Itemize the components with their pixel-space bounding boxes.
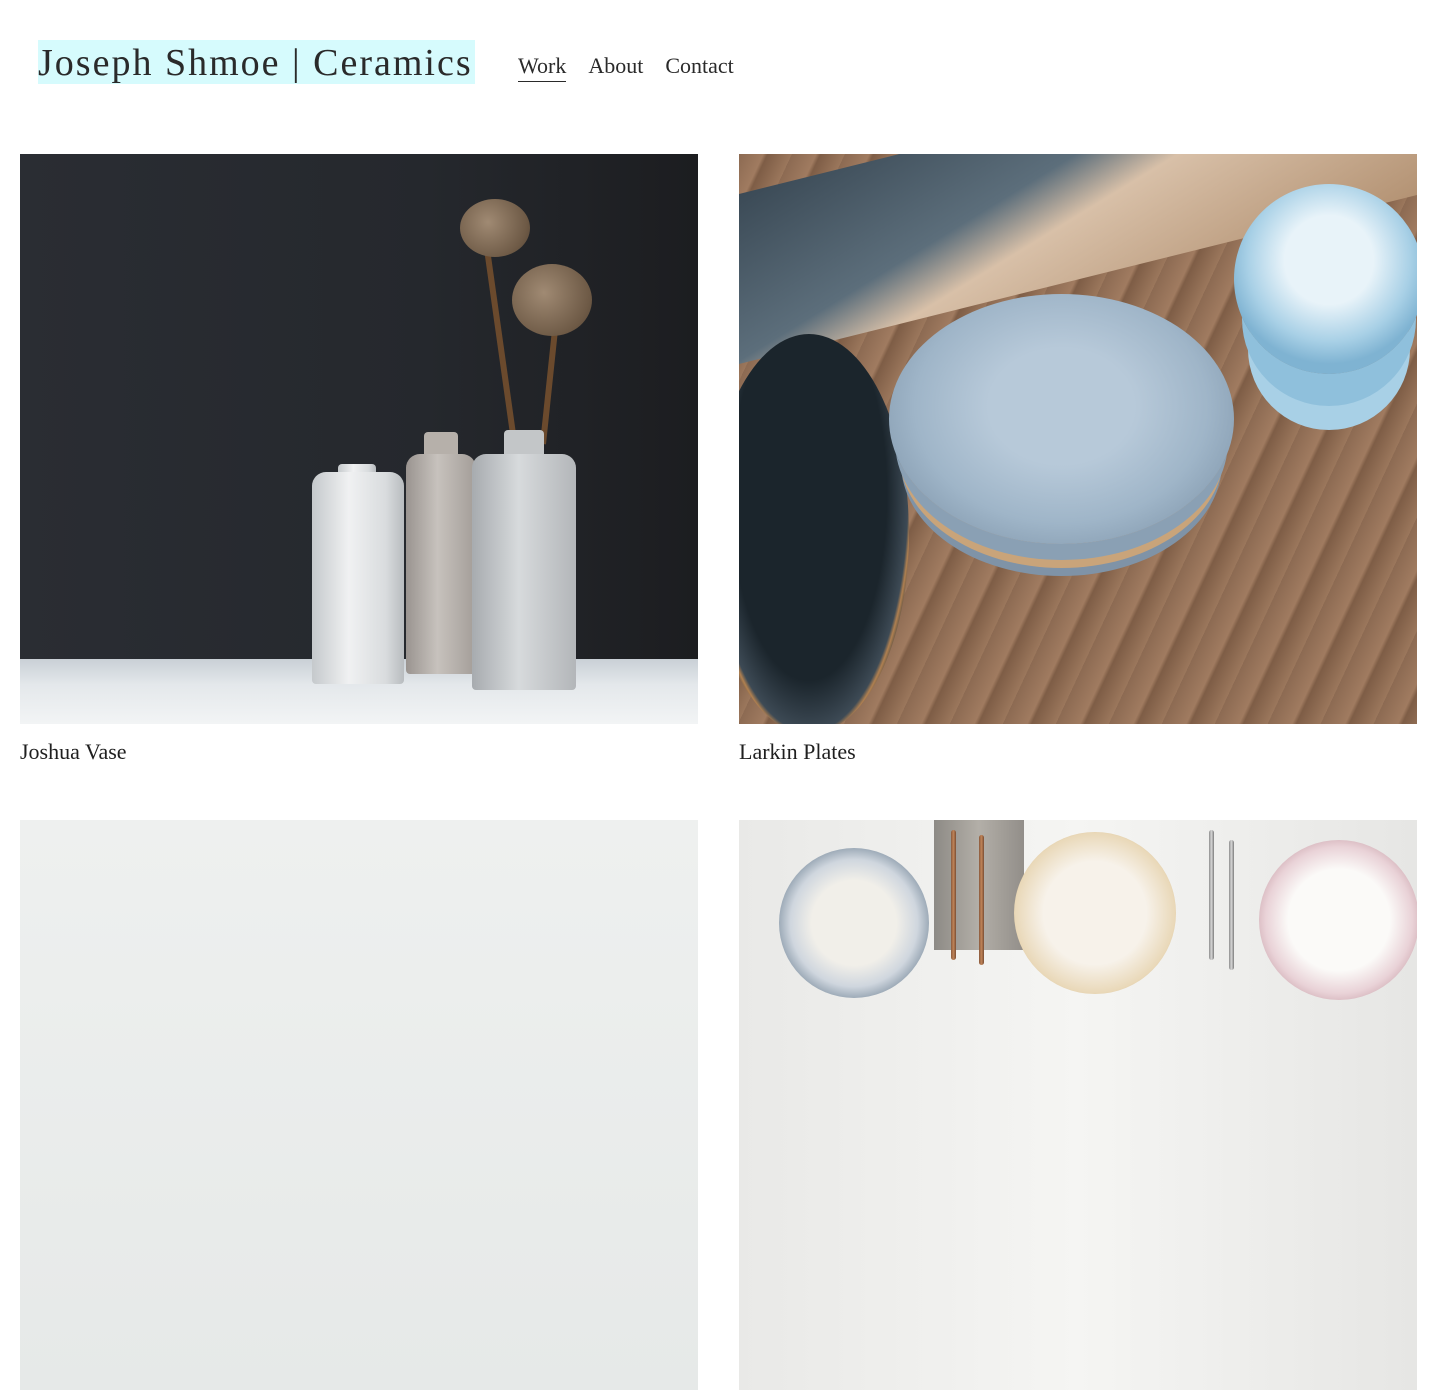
gallery-item-larkin-plates[interactable]: Larkin Plates	[739, 154, 1417, 766]
gallery-image[interactable]	[20, 154, 698, 724]
gallery-item[interactable]	[20, 820, 698, 1390]
gallery-image[interactable]	[20, 820, 698, 1390]
gallery-image[interactable]	[739, 154, 1417, 724]
vase	[472, 454, 576, 690]
vase	[312, 472, 404, 684]
nav-item-contact[interactable]: Contact	[665, 52, 733, 82]
gallery-image[interactable]	[739, 820, 1417, 1390]
copper-fork	[979, 835, 984, 965]
nav-item-about[interactable]: About	[588, 52, 643, 82]
gallery-item-joshua-vase[interactable]: Joshua Vase	[20, 154, 698, 766]
copper-spoon	[951, 830, 956, 960]
silver-fork	[1209, 830, 1214, 960]
main-nav: Work About Contact	[518, 52, 734, 82]
gallery-caption[interactable]: Joshua Vase	[20, 738, 698, 766]
dark-plate-stack	[739, 334, 909, 724]
vintage-plate	[779, 848, 929, 998]
vintage-plate	[1259, 840, 1417, 1000]
site-title[interactable]: Joseph Shmoe | Ceramics	[38, 40, 475, 84]
blue-bowls	[1234, 184, 1417, 374]
gallery-item[interactable]	[739, 820, 1417, 1390]
blue-plate-stack	[889, 294, 1234, 544]
nav-item-work[interactable]: Work	[518, 52, 567, 82]
stem	[483, 245, 516, 435]
silver-spoon	[1229, 840, 1234, 970]
vase	[406, 454, 476, 674]
poppy-pod	[460, 199, 530, 257]
poppy-pod	[512, 264, 592, 336]
gallery-caption[interactable]: Larkin Plates	[739, 738, 1417, 766]
vintage-plate	[1014, 832, 1176, 994]
